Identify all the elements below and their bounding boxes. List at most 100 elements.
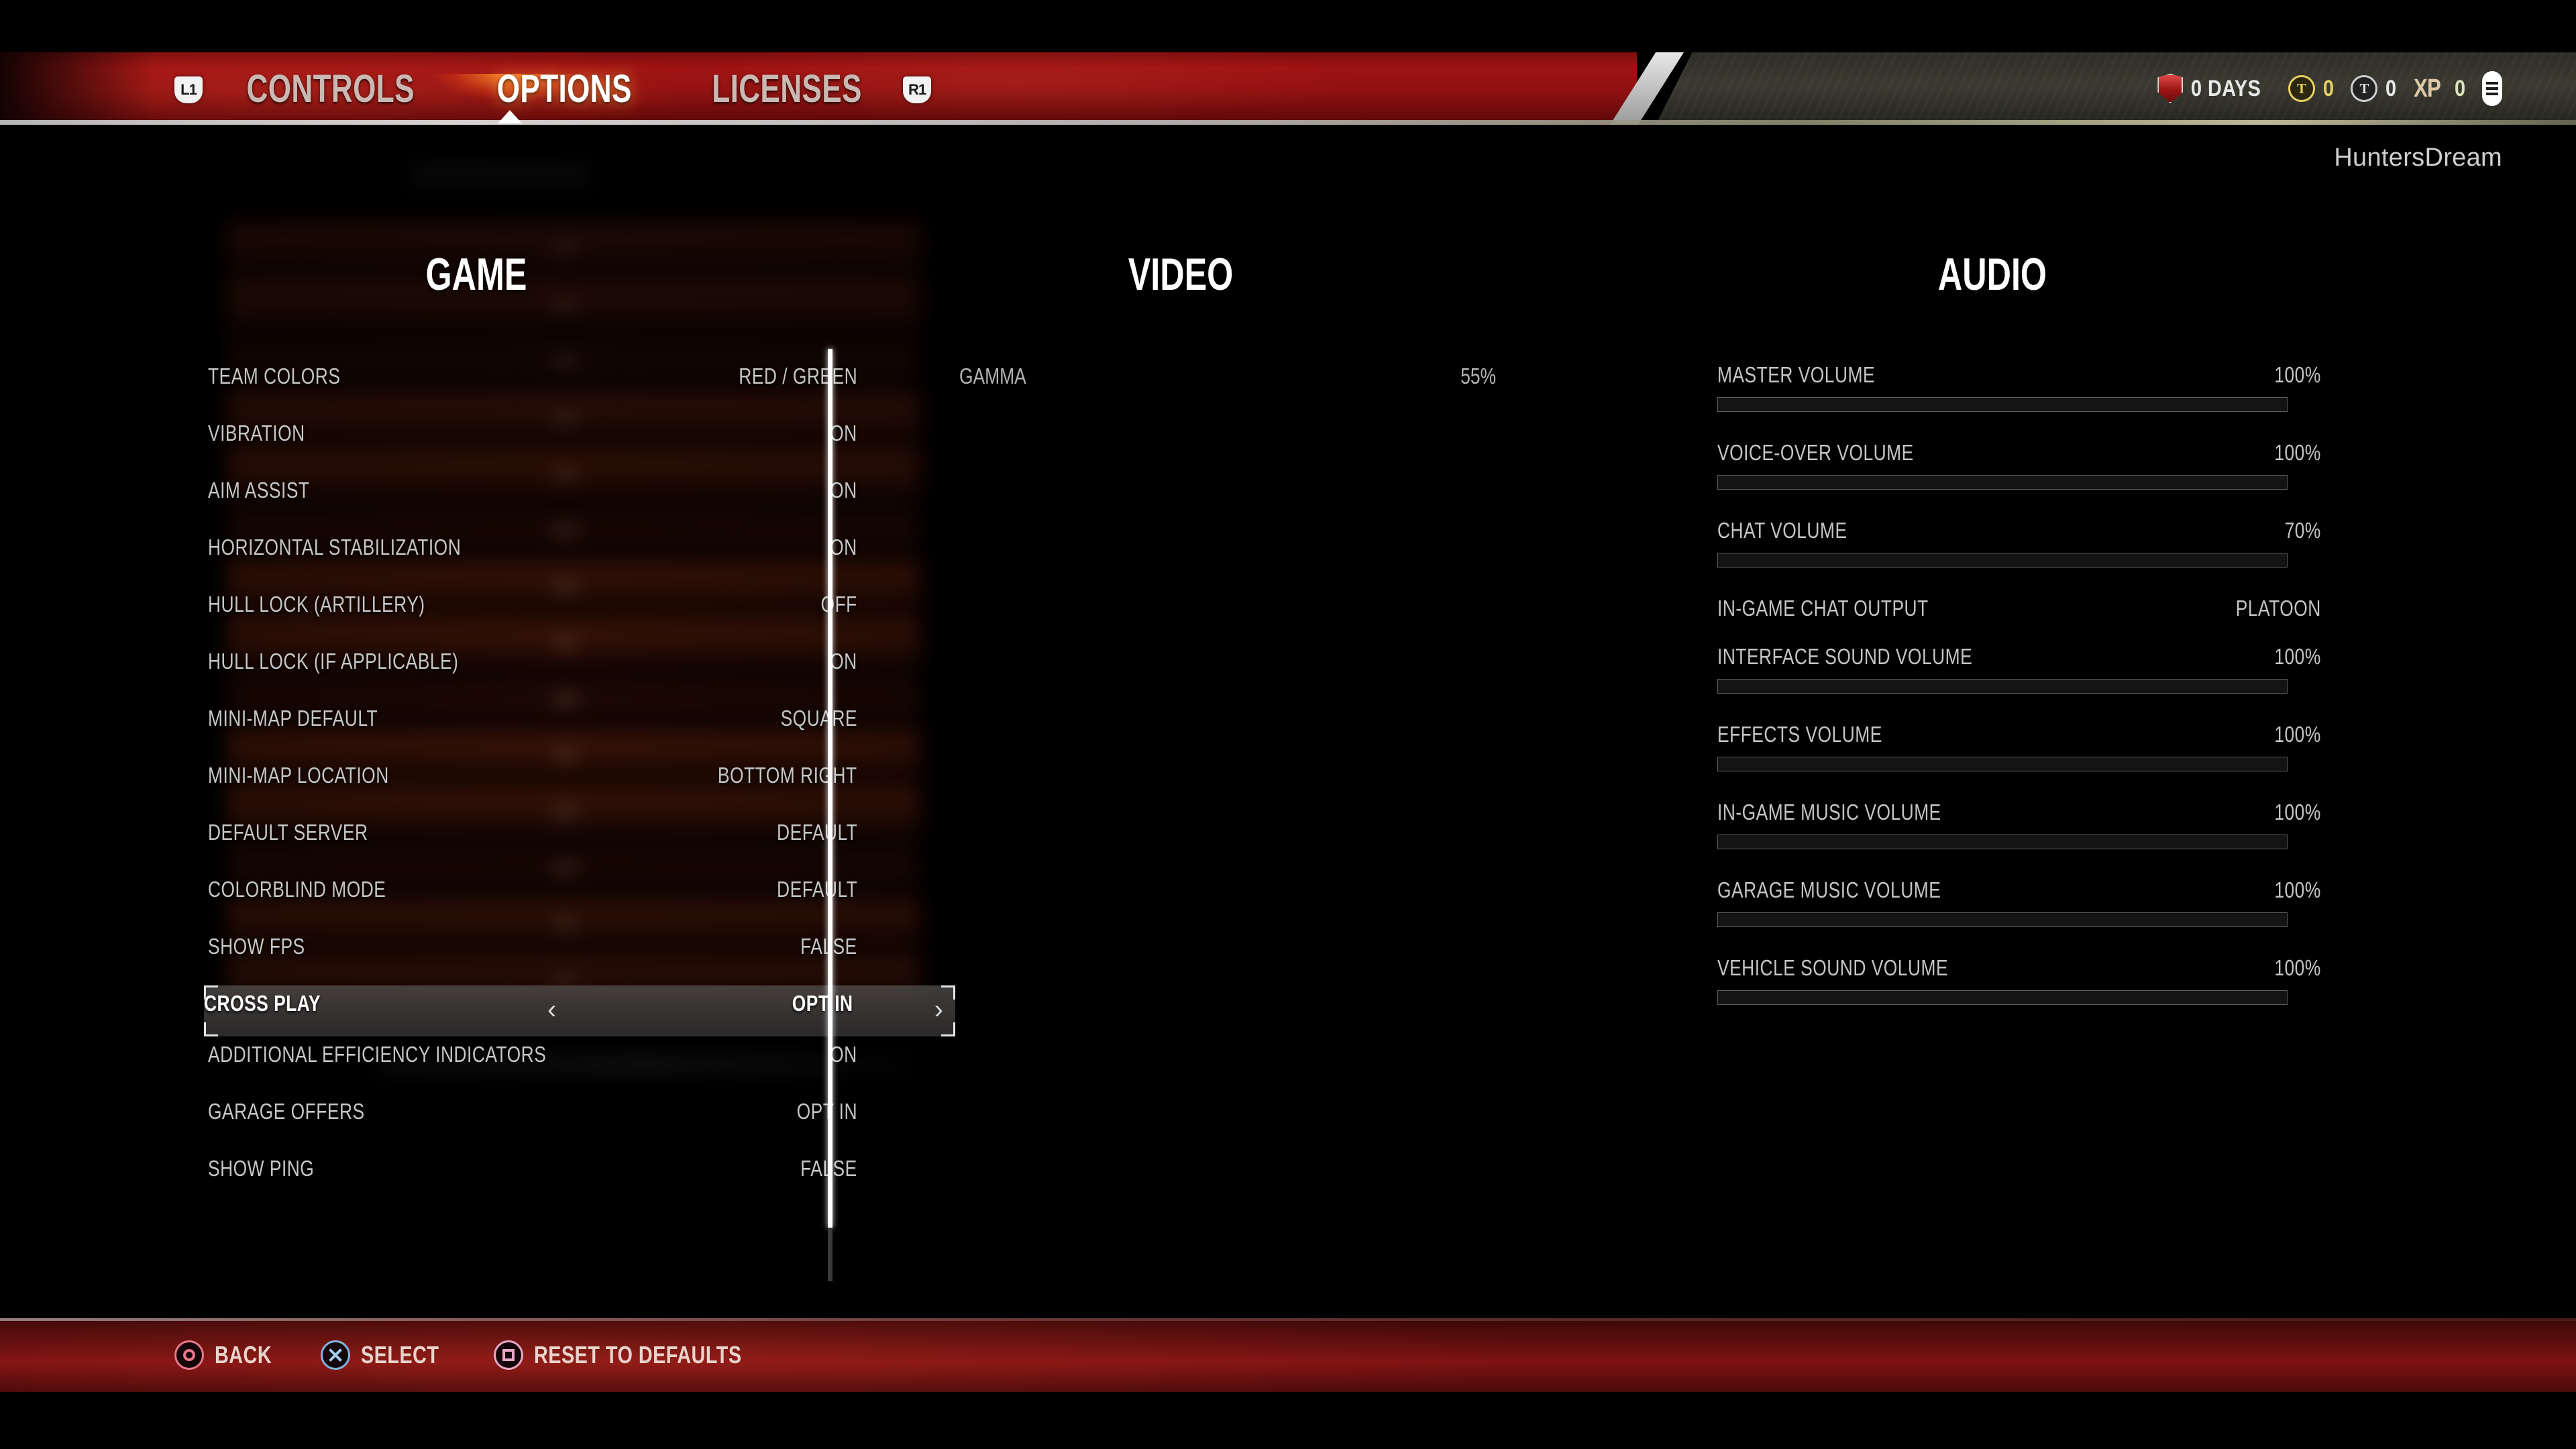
game-setting-row[interactable]: SHOW FPSFALSE — [208, 926, 919, 983]
game-setting-row[interactable]: GARAGE OFFERS OPT IN — [208, 1091, 919, 1148]
volume-slider-track[interactable] — [1717, 679, 2288, 694]
video-settings-list: GAMMA 55% — [959, 356, 1496, 413]
button-prompt-circle[interactable]: BACK — [174, 1340, 286, 1370]
currency-hud: 0 DAYS T 0 T 0 XP 0 — [2157, 52, 2502, 125]
setting-value: OPT IN — [792, 991, 853, 1016]
volume-slider-track[interactable] — [1717, 757, 2288, 771]
audio-slider-row[interactable]: CHAT VOLUME 70% — [1717, 518, 2321, 580]
letterbox-top — [0, 0, 2576, 52]
setting-value: ON — [830, 421, 857, 445]
game-settings-list: TEAM COLORS RED / GREEN VIBRATION ON AIM ASS… — [204, 356, 955, 1205]
volume-slider-track[interactable] — [1717, 553, 2288, 568]
setting-value: 100% — [2274, 722, 2321, 747]
premium-status[interactable]: 0 DAYS — [2157, 74, 2273, 103]
column-title-game: GAME — [425, 249, 527, 300]
free-xp[interactable]: XP 0 — [2414, 74, 2467, 103]
tab-licenses[interactable]: LICENSES — [698, 66, 875, 111]
setting-value: ON — [830, 535, 857, 559]
audio-slider-row[interactable]: GARAGE MUSIC VOLUME 100% — [1717, 877, 2321, 939]
audio-slider-row[interactable]: MASTER VOLUME 100% — [1717, 362, 2321, 424]
setting-value: 100% — [2274, 362, 2321, 387]
credits-currency[interactable]: T 0 — [2351, 75, 2398, 102]
prompt-label: RESET TO DEFAULTS — [534, 1341, 742, 1368]
xp-value: 0 — [2454, 75, 2466, 101]
tab-controls[interactable]: CONTROLS — [233, 66, 428, 111]
tab-options[interactable]: OPTIONS — [484, 66, 645, 111]
game-setting-row-selected[interactable]: CROSS PLAY ‹ OPT IN › — [204, 985, 955, 1036]
scrollbar-track-remainder[interactable] — [828, 1228, 833, 1281]
volume-slider-track[interactable] — [1717, 475, 2288, 490]
button-prompt-cross[interactable]: SELECT — [321, 1340, 459, 1370]
audio-setting-row[interactable]: IN-GAME CHAT OUTPUT PLATOON — [1717, 596, 2321, 628]
setting-label: CHAT VOLUME — [1717, 518, 1847, 543]
setting-label: AIM ASSIST — [208, 478, 310, 502]
cross-button-icon — [321, 1340, 351, 1370]
circle-button-icon — [174, 1340, 204, 1370]
prev-value-chevron-icon[interactable]: ‹ — [547, 995, 556, 1025]
audio-slider-row[interactable]: EFFECTS VOLUME 100% — [1717, 722, 2321, 784]
volume-slider-track[interactable] — [1717, 912, 2288, 927]
setting-label: EFFECTS VOLUME — [1717, 722, 1882, 747]
game-setting-row[interactable]: MINI-MAP DEFAULT SQUARE — [208, 698, 919, 755]
game-setting-row[interactable]: VIBRATION ON — [208, 413, 919, 470]
gold-currency[interactable]: T 0 — [2288, 75, 2336, 102]
prompt-label: SELECT — [361, 1341, 439, 1368]
options-screen: L1 CONTROLS OPTIONS LICENSES R1 0 DAYS T… — [0, 0, 2576, 1449]
setting-label: HULL LOCK (ARTILLERY) — [208, 592, 425, 616]
setting-value: BOTTOM RIGHT — [718, 763, 857, 788]
setting-label: HORIZONTAL STABILIZATION — [208, 535, 462, 559]
setting-label: ADDITIONAL EFFICIENCY INDICATORS — [208, 1042, 547, 1067]
setting-value: DEFAULT — [776, 820, 857, 845]
setting-label: INTERFACE SOUND VOLUME — [1717, 644, 1973, 669]
l1-bumper-icon[interactable]: L1 — [174, 76, 203, 103]
selection-corner-br — [941, 1022, 955, 1036]
square-button-icon — [494, 1340, 524, 1370]
button-prompt-square[interactable]: RESET TO DEFAULTS — [494, 1340, 794, 1370]
next-value-chevron-icon[interactable]: › — [934, 995, 943, 1025]
setting-value: OFF — [820, 592, 857, 616]
game-setting-row[interactable]: TEAM COLORS RED / GREEN — [208, 356, 919, 413]
setting-value: 70% — [2284, 518, 2321, 543]
audio-slider-row[interactable]: INTERFACE SOUND VOLUME 100% — [1717, 644, 2321, 706]
menu-icon[interactable] — [2482, 71, 2502, 106]
premium-shield-icon — [2157, 74, 2184, 103]
game-setting-row[interactable]: HULL LOCK (IF APPLICABLE) ON — [208, 641, 919, 698]
volume-slider-track[interactable] — [1717, 835, 2288, 849]
game-setting-row[interactable]: SHOW PINGFALSE — [208, 1148, 919, 1205]
audio-slider-row[interactable]: VEHICLE SOUND VOLUME 100% — [1717, 955, 2321, 1017]
setting-label: SHOW FPS — [208, 934, 305, 959]
gold-coin-icon: T — [2288, 75, 2316, 102]
game-setting-row[interactable]: COLORBLIND MODE DEFAULT — [208, 869, 919, 926]
setting-label: GARAGE MUSIC VOLUME — [1717, 877, 1941, 902]
setting-value: 100% — [2274, 877, 2321, 902]
gold-value: 0 — [2323, 75, 2334, 101]
credits-value: 0 — [2385, 75, 2397, 101]
setting-label: MINI-MAP LOCATION — [208, 763, 389, 788]
game-setting-row[interactable]: HORIZONTAL STABILIZATION ON — [208, 527, 919, 584]
setting-label: SHOW PING — [208, 1156, 315, 1181]
button-prompts: BACK SELECT RESET TO DEFAULTS — [174, 1318, 794, 1392]
setting-value: SQUARE — [780, 706, 857, 731]
tab-navigation: L1 CONTROLS OPTIONS LICENSES R1 — [174, 52, 932, 125]
setting-label: TEAM COLORS — [208, 364, 341, 388]
setting-value: ON — [830, 1042, 857, 1067]
game-setting-row[interactable]: AIM ASSIST ON — [208, 470, 919, 527]
audio-settings-list: MASTER VOLUME 100% VOICE-OVER VOLUME 100% CH… — [1717, 362, 2321, 1033]
setting-value: ON — [830, 649, 857, 674]
audio-slider-row[interactable]: VOICE-OVER VOLUME 100% — [1717, 440, 2321, 502]
game-setting-row[interactable]: MINI-MAP LOCATION BOTTOM RIGHT — [208, 755, 919, 812]
xp-label: XP — [2413, 74, 2441, 103]
setting-value: PLATOON — [2235, 596, 2321, 621]
volume-slider-track[interactable] — [1717, 397, 2288, 412]
game-setting-row[interactable]: ADDITIONAL EFFICIENCY INDICATORS ON — [208, 1034, 919, 1091]
setting-label: CROSS PLAY — [204, 991, 321, 1016]
setting-value: 55% — [1460, 364, 1496, 388]
volume-slider-track[interactable] — [1717, 990, 2288, 1005]
setting-value: ON — [830, 478, 857, 502]
game-setting-row[interactable]: DEFAULT SERVER DEFAULT — [208, 812, 919, 869]
audio-slider-row[interactable]: IN-GAME MUSIC VOLUME 100% — [1717, 800, 2321, 861]
r1-bumper-icon[interactable]: R1 — [903, 76, 932, 103]
video-setting-row[interactable]: GAMMA 55% — [959, 356, 1496, 413]
game-setting-row[interactable]: HULL LOCK (ARTILLERY) OFF — [208, 584, 919, 641]
scrollbar-thumb[interactable] — [828, 349, 833, 1228]
